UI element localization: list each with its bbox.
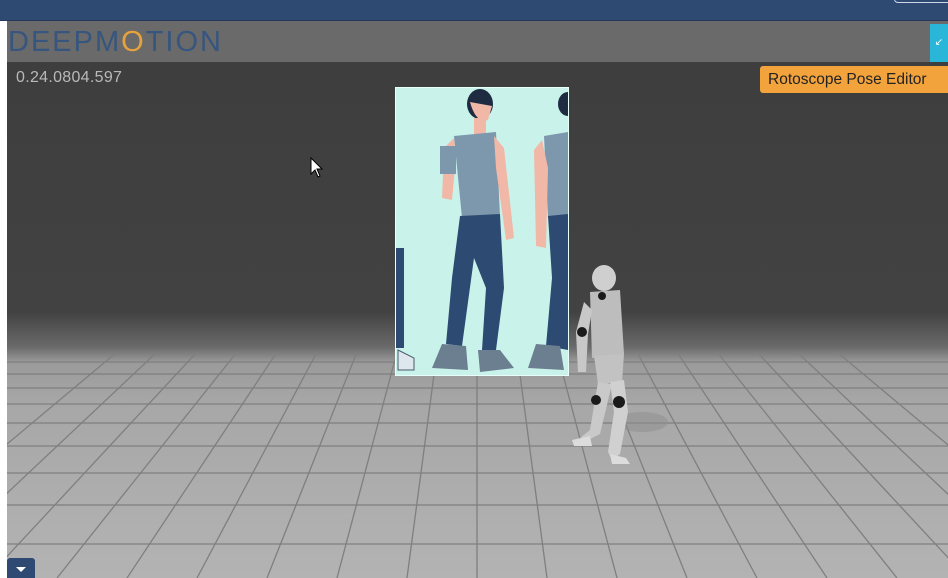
deepmotion-logo: DEEPMOTION [8,26,223,58]
collapse-arrows-icon[interactable]: ↙ [930,24,948,62]
top-navigation-bar [0,0,948,21]
walking-man-illustration [396,89,568,372]
rotoscope-pose-editor-button[interactable]: Rotoscope Pose Editor [760,66,948,93]
video-reference-panel [395,87,569,376]
chevron-down-icon[interactable] [7,558,35,578]
version-label: 0.24.0804.597 [16,69,123,86]
mouse-pointer-icon [310,157,324,178]
left-edge-strip [0,21,7,578]
top-bar-button[interactable] [894,0,948,3]
3d-viewport[interactable]: 0.24.0804.597 Rotoscope Pose Editor [7,62,948,578]
3d-character-model [572,265,668,464]
